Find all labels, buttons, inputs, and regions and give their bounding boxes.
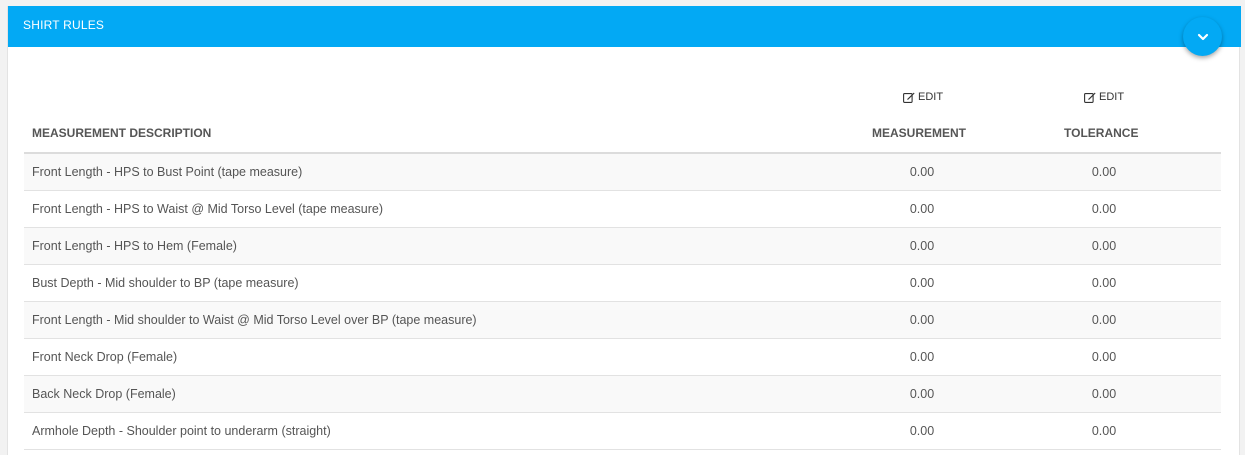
row-description: Front Length - HPS to Bust Point (tape m… xyxy=(32,165,303,179)
edit-measurement-link[interactable]: EDIT xyxy=(903,91,943,103)
row-description: Bust Depth - Mid shoulder to BP (tape me… xyxy=(32,276,299,290)
row-description: Front Neck Drop (Female) xyxy=(32,350,178,364)
row-measurement: 0.00 xyxy=(909,239,935,253)
edit-tolerance-label: EDIT xyxy=(1099,91,1125,103)
chevron-down-icon xyxy=(1197,33,1208,40)
table-row[interactable]: Front Length - HPS to Hem (Female) 0.00 … xyxy=(24,228,1221,265)
row-tolerance: 0.00 xyxy=(1091,202,1117,216)
table-row[interactable]: Armhole Depth - Shoulder point to undera… xyxy=(24,413,1221,450)
row-tolerance: 0.00 xyxy=(1091,165,1117,179)
row-measurement: 0.00 xyxy=(909,350,935,364)
row-description: Back Neck Drop (Female) xyxy=(32,387,176,401)
panel-title: SHIRT RULES xyxy=(23,18,105,32)
collapse-button[interactable] xyxy=(1183,17,1222,56)
edit-icon xyxy=(1084,92,1096,103)
row-tolerance: 0.00 xyxy=(1091,313,1117,327)
row-tolerance: 0.00 xyxy=(1091,276,1117,290)
row-tolerance: 0.00 xyxy=(1091,387,1117,401)
row-measurement: 0.00 xyxy=(909,313,935,327)
row-measurement: 0.00 xyxy=(909,424,935,438)
shirt-rules-panel: SHIRT RULES EDIT EDIT MEASUREMENT DESCRI… xyxy=(7,6,1241,455)
table-row[interactable]: Bust Depth - Mid shoulder to BP (tape me… xyxy=(24,265,1221,302)
panel-header[interactable]: SHIRT RULES xyxy=(8,6,1241,47)
column-header-description: MEASUREMENT DESCRIPTION xyxy=(32,126,212,140)
edit-measurement-label: EDIT xyxy=(918,91,944,103)
rules-table: Front Length - HPS to Bust Point (tape m… xyxy=(24,152,1221,450)
row-measurement: 0.00 xyxy=(909,387,935,401)
row-description: Front Length - Mid shoulder to Waist @ M… xyxy=(32,313,477,327)
row-measurement: 0.00 xyxy=(909,276,935,290)
row-measurement: 0.00 xyxy=(909,165,935,179)
row-tolerance: 0.00 xyxy=(1091,350,1117,364)
row-description: Armhole Depth - Shoulder point to undera… xyxy=(32,424,331,438)
table-row[interactable]: Back Neck Drop (Female) 0.00 0.00 xyxy=(24,376,1221,413)
edit-tolerance-link[interactable]: EDIT xyxy=(1084,91,1124,103)
column-header-tolerance: TOLERANCE xyxy=(1064,126,1139,140)
edit-icon xyxy=(903,92,915,103)
table-row[interactable]: Front Length - Mid shoulder to Waist @ M… xyxy=(24,302,1221,339)
row-tolerance: 0.00 xyxy=(1091,424,1117,438)
row-measurement: 0.00 xyxy=(909,202,935,216)
column-header-measurement: MEASUREMENT xyxy=(872,126,967,140)
table-row[interactable]: Front Neck Drop (Female) 0.00 0.00 xyxy=(24,339,1221,376)
row-tolerance: 0.00 xyxy=(1091,239,1117,253)
table-row[interactable]: Front Length - HPS to Waist @ Mid Torso … xyxy=(24,191,1221,228)
row-description: Front Length - HPS to Hem (Female) xyxy=(32,239,237,253)
row-description: Front Length - HPS to Waist @ Mid Torso … xyxy=(32,202,384,216)
table-row[interactable]: Front Length - HPS to Bust Point (tape m… xyxy=(24,154,1221,191)
